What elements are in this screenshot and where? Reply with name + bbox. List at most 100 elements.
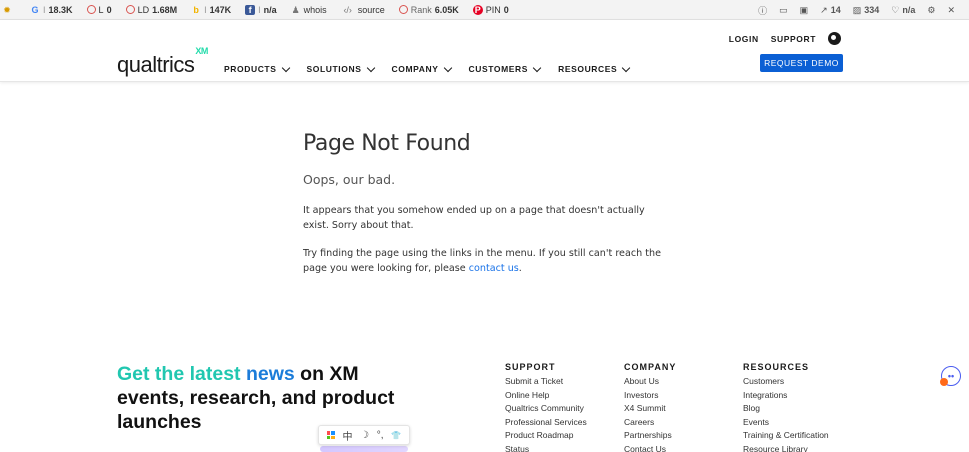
nav-solutions[interactable]: SOLUTIONS: [307, 63, 375, 74]
rank-icon: [398, 5, 408, 14]
heading-part-2: news: [245, 363, 295, 385]
footer-link[interactable]: Status: [505, 443, 587, 452]
seo-plugin-item[interactable]: ✹: [2, 5, 12, 15]
code-icon: ‹/›: [343, 4, 352, 15]
seo-divider: I: [204, 4, 207, 15]
info-icon[interactable]: ⓘ: [758, 4, 767, 17]
image-icon: ▨: [852, 4, 862, 15]
seo-toolbar-right: ⓘ ▭ ▣ ↗ 14 ▨ 334 ♡ n/a ⚙ ✕: [758, 0, 955, 20]
contact-us-link[interactable]: contact us: [469, 263, 519, 274]
nav-resources[interactable]: RESOURCES: [558, 63, 631, 74]
footer-column-resources: RESOURCES Customers Integrations Blog Ev…: [743, 362, 829, 452]
seo-images[interactable]: ▨ 334: [853, 5, 880, 16]
footer-link[interactable]: Blog: [743, 402, 829, 416]
footer-link[interactable]: Investors: [624, 389, 676, 403]
seo-ld-item[interactable]: LD 1.68M: [125, 4, 178, 15]
footer-link[interactable]: Online Help: [505, 389, 587, 403]
footer-column-company: COMPANY About Us Investors X4 Summit Car…: [624, 362, 676, 452]
seo-pin-label: PIN: [485, 4, 501, 15]
nav-customers[interactable]: CUSTOMERS: [468, 63, 542, 74]
seo-divider: I: [43, 4, 46, 15]
page-title: Page Not Found: [303, 131, 471, 156]
chevron-down-icon: [281, 63, 290, 72]
chevron-down-icon: [532, 63, 542, 72]
footer-link[interactable]: Product Roadmap: [505, 429, 587, 443]
seo-images-value: 334: [864, 5, 880, 15]
footer-link[interactable]: X4 Summit: [624, 402, 676, 416]
footer-link[interactable]: Contact Us: [624, 443, 676, 452]
ime-toolbar[interactable]: 中 ☽ °, 👕: [318, 425, 410, 445]
logo-text: qualtrics: [117, 52, 195, 77]
newsletter-heading: Get the latest news on XM events, resear…: [117, 362, 417, 434]
chevron-down-icon: [622, 63, 631, 72]
ime-toolbar-glow: [320, 446, 408, 452]
nav-customers-label: CUSTOMERS: [468, 64, 529, 74]
globe-icon[interactable]: [828, 32, 841, 45]
seo-pin-item[interactable]: P PIN 0: [472, 4, 509, 15]
qualtrics-logo[interactable]: qualtricsXM: [117, 46, 208, 78]
punctuation-icon[interactable]: °,: [377, 430, 384, 441]
footer-link[interactable]: Training & Certification: [743, 429, 829, 443]
heart-icon: ♡: [891, 4, 900, 15]
monitor-icon[interactable]: ▭: [779, 5, 788, 16]
seo-link-item[interactable]: L 0: [86, 4, 112, 15]
ime-chinese-toggle[interactable]: 中: [342, 428, 352, 443]
person-icon: ♟: [291, 4, 300, 15]
seo-external-links[interactable]: ↗ 14: [820, 5, 841, 16]
nav-company[interactable]: COMPANY: [391, 63, 452, 74]
seo-rank-item[interactable]: Rank 6.05K: [398, 4, 459, 15]
seo-facebook-item[interactable]: f In/a: [245, 4, 277, 15]
seo-google-item[interactable]: G I 18.3K: [30, 4, 73, 15]
plugin-icon: ✹: [3, 4, 11, 15]
seo-rank-label: Rank: [410, 4, 432, 15]
footer-link[interactable]: Submit a Ticket: [505, 375, 587, 389]
footer-heading: SUPPORT: [505, 362, 556, 372]
footer-link[interactable]: Integrations: [743, 389, 829, 403]
assistant-face-icon: ••: [947, 371, 955, 381]
nav-products[interactable]: PRODUCTS: [224, 63, 290, 74]
seo-heart[interactable]: ♡ n/a: [891, 5, 915, 16]
seo-external-value: 14: [830, 5, 841, 15]
google-icon: G: [31, 4, 39, 15]
footer-link[interactable]: Professional Services: [505, 416, 587, 430]
footer-link[interactable]: About Us: [624, 375, 676, 389]
footer-link[interactable]: Resource Library: [743, 443, 829, 452]
footer-link[interactable]: Events: [743, 416, 829, 430]
heading-part-1: Get the latest: [117, 363, 241, 385]
seo-facebook-value: n/a: [263, 4, 277, 15]
seo-google-value: 18.3K: [48, 4, 73, 15]
site-header: qualtricsXM PRODUCTS SOLUTIONS COMPANY C…: [0, 20, 969, 82]
settings-icon[interactable]: ⚙: [927, 5, 935, 16]
footer-column-support: SUPPORT Submit a Ticket Online Help Qual…: [505, 362, 587, 452]
support-link[interactable]: SUPPORT: [771, 34, 816, 44]
footer-link[interactable]: Careers: [624, 416, 676, 430]
nav-products-label: PRODUCTS: [224, 64, 277, 74]
utility-nav: LOGIN SUPPORT: [729, 32, 841, 45]
skin-icon[interactable]: 👕: [391, 431, 401, 440]
moon-icon[interactable]: ☽: [360, 430, 369, 441]
seo-toolbar: ✹ G I 18.3K L 0 LD 1.68M b I 147K f In/a ♟…: [0, 0, 969, 20]
seo-whois-item[interactable]: ♟ whois: [291, 5, 327, 15]
nav-company-label: COMPANY: [391, 64, 439, 74]
login-link[interactable]: LOGIN: [729, 34, 759, 44]
link-icon: [86, 5, 96, 14]
footer-link[interactable]: Partnerships: [624, 429, 676, 443]
help-text-suffix: .: [518, 263, 522, 274]
seo-bing-item[interactable]: b I 147K: [191, 5, 231, 15]
explanation-text: It appears that you somehow ended up on …: [303, 205, 645, 231]
seo-source-item[interactable]: ‹/› source: [341, 4, 385, 15]
footer-link[interactable]: Qualtrics Community: [505, 402, 587, 416]
close-icon[interactable]: ✕: [947, 5, 955, 16]
seo-link-value: 0: [106, 4, 112, 15]
page-icon[interactable]: ▣: [800, 5, 809, 16]
request-demo-button[interactable]: REQUEST DEMO: [760, 54, 843, 72]
pinterest-icon: P: [472, 4, 483, 15]
main-nav: PRODUCTS SOLUTIONS COMPANY CUSTOMERS RES…: [224, 63, 631, 74]
footer-link[interactable]: Customers: [743, 375, 829, 389]
external-link-icon: ↗: [820, 4, 828, 15]
seo-ld-value: 1.68M: [152, 4, 178, 15]
app-grid-icon[interactable]: [326, 431, 335, 439]
seo-source-label: source: [357, 4, 385, 15]
seo-facebook-label: I: [258, 4, 261, 15]
chevron-down-icon: [443, 63, 452, 72]
